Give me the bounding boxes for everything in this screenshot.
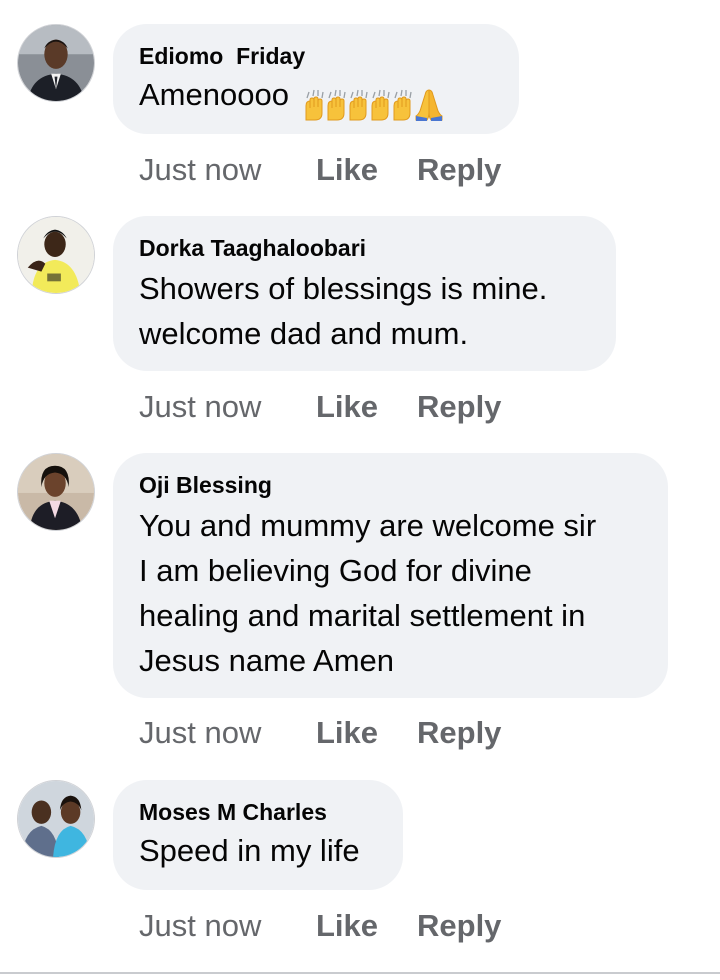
- avatar[interactable]: [17, 24, 95, 102]
- comment-author[interactable]: Ediomo Friday: [139, 42, 493, 70]
- reply-button[interactable]: Reply: [417, 152, 501, 188]
- like-button[interactable]: Like: [316, 152, 417, 188]
- comment-author[interactable]: Oji Blessing: [139, 471, 642, 499]
- comment-text: Amenoooo: [139, 72, 493, 121]
- comment-actions: Just now Like Reply: [139, 389, 501, 425]
- comment-line: Speed in my life: [139, 833, 360, 868]
- reply-button[interactable]: Reply: [417, 715, 501, 751]
- comment-line: healing and marital settlement in: [139, 598, 586, 633]
- comment-text: Showers of blessings is mine. welcome da…: [139, 266, 590, 356]
- comment-text: Speed in my life: [139, 828, 377, 873]
- comment-line: I am believing God for divine: [139, 553, 532, 588]
- reply-button[interactable]: Reply: [417, 389, 501, 425]
- comment-text: You and mummy are welcome sir I am belie…: [139, 503, 642, 683]
- reply-button[interactable]: Reply: [417, 908, 501, 944]
- avatar[interactable]: [17, 780, 95, 858]
- like-button[interactable]: Like: [316, 389, 417, 425]
- like-button[interactable]: Like: [316, 715, 417, 751]
- comment-timestamp[interactable]: Just now: [139, 715, 316, 751]
- comment-line: Jesus name Amen: [139, 643, 395, 678]
- emoji-row: [304, 76, 444, 121]
- comment-author[interactable]: Dorka Taaghaloobari: [139, 234, 590, 262]
- comment-actions: Just now Like Reply: [139, 908, 501, 944]
- raising-hands-icon: [349, 89, 368, 121]
- comment-timestamp[interactable]: Just now: [139, 152, 316, 188]
- comment-line: Showers of blessings is mine.: [139, 271, 548, 306]
- comment-author[interactable]: Moses M Charles: [139, 798, 377, 826]
- comment-actions: Just now Like Reply: [139, 715, 501, 751]
- comment-line: Amenoooo: [139, 77, 289, 112]
- comment-bubble: Dorka Taaghaloobari Showers of blessings…: [113, 216, 616, 371]
- avatar[interactable]: [17, 453, 95, 531]
- comment-timestamp[interactable]: Just now: [139, 908, 316, 944]
- raising-hands-icon: [327, 89, 346, 121]
- comment-timestamp[interactable]: Just now: [139, 389, 316, 425]
- avatar[interactable]: [17, 216, 95, 294]
- folded-hands-icon: [415, 89, 443, 121]
- raising-hands-icon: [371, 89, 390, 121]
- bottom-divider: [0, 972, 720, 974]
- comment-actions: Just now Like Reply: [139, 152, 501, 188]
- comment-line: welcome dad and mum.: [139, 316, 469, 351]
- comment-line: You and mummy are welcome sir: [139, 508, 597, 543]
- raising-hands-icon: [393, 89, 412, 121]
- comment-bubble: Oji Blessing You and mummy are welcome s…: [113, 453, 668, 698]
- comment-bubble: Moses M Charles Speed in my life: [113, 780, 403, 890]
- comment-bubble: Ediomo Friday Amenoooo: [113, 24, 519, 134]
- raising-hands-icon: [305, 89, 324, 121]
- like-button[interactable]: Like: [316, 908, 417, 944]
